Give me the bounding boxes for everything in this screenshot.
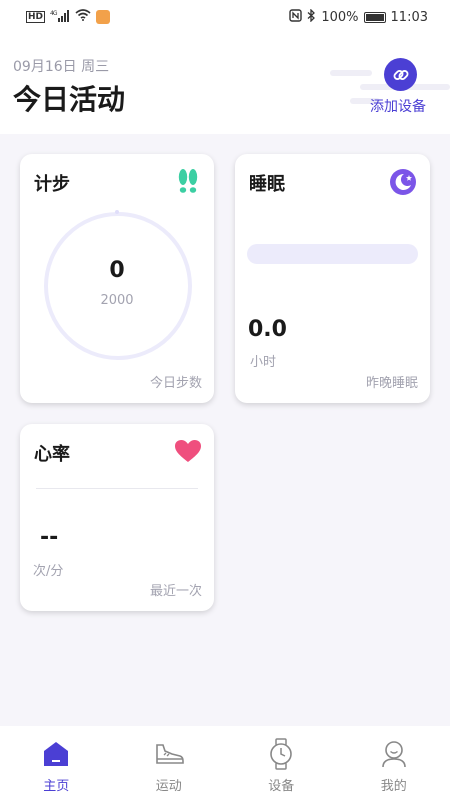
heart-rate-card[interactable]: 心率 -- 次/分 最近一次 — [20, 424, 214, 611]
steps-count: 0 — [109, 258, 125, 283]
add-device-button[interactable] — [384, 58, 417, 91]
heart-rate-unit: 次/分 — [33, 564, 64, 579]
bluetooth-icon — [307, 7, 316, 26]
nav-sport[interactable]: 运动 — [113, 726, 226, 800]
nav-home-label: 主页 — [43, 779, 70, 794]
steps-goal: 2000 — [100, 293, 134, 308]
heart-rate-card-title: 心率 — [34, 444, 70, 465]
sleep-card[interactable]: 睡眠 0.0 小时 昨晚睡眠 — [235, 154, 430, 403]
bottom-navigation: 主页 运动 设备 我的 — [0, 726, 450, 800]
battery-percent: 100% — [321, 9, 359, 25]
steps-progress-marker — [115, 210, 119, 214]
decorative-line — [330, 70, 372, 76]
heart-icon — [175, 440, 201, 462]
nav-device-label: 设备 — [268, 779, 295, 794]
nav-sport-label: 运动 — [155, 779, 182, 794]
moon-icon — [390, 169, 416, 195]
nav-profile[interactable]: 我的 — [338, 726, 450, 800]
app-notification-icon — [96, 10, 111, 24]
divider — [36, 488, 198, 489]
user-icon — [378, 737, 410, 771]
status-bar: HD 4G 100% 11:03 — [0, 0, 450, 34]
heart-rate-card-footer: 最近一次 — [149, 584, 202, 599]
sleep-timeline-bar — [247, 244, 418, 264]
sneaker-icon — [153, 737, 185, 771]
link-icon — [393, 69, 408, 80]
page-header: 09月16日 周三 今日活动 添加设备 — [0, 34, 450, 134]
add-device-label[interactable]: 添加设备 — [370, 96, 426, 116]
home-icon — [40, 737, 72, 771]
sleep-unit: 小时 — [250, 355, 277, 370]
heart-rate-value: -- — [40, 525, 59, 550]
steps-card-footer: 今日步数 — [149, 376, 202, 391]
svg-text:4G: 4G — [50, 10, 58, 17]
nav-device[interactable]: 设备 — [225, 726, 338, 800]
hd-badge: HD — [26, 11, 46, 23]
nav-profile-label: 我的 — [380, 779, 407, 794]
sleep-hours: 0.0 — [248, 317, 287, 342]
sleep-card-footer: 昨晚睡眠 — [365, 376, 418, 391]
wifi-icon — [75, 9, 91, 25]
page-title: 今日活动 — [13, 83, 126, 116]
footprints-icon — [178, 169, 198, 193]
steps-card-title: 计步 — [34, 174, 70, 195]
signal-icon: 4G — [50, 9, 70, 25]
battery-icon — [363, 11, 386, 23]
nfc-icon — [289, 8, 303, 26]
clock-time: 11:03 — [390, 9, 428, 25]
sleep-card-title: 睡眠 — [249, 174, 285, 195]
steps-card[interactable]: 计步 0 2000 今日步数 — [20, 154, 214, 403]
current-date: 09月16日 周三 — [13, 59, 110, 75]
watch-icon — [265, 737, 297, 771]
nav-home[interactable]: 主页 — [0, 726, 113, 800]
steps-progress-ring — [44, 212, 192, 360]
